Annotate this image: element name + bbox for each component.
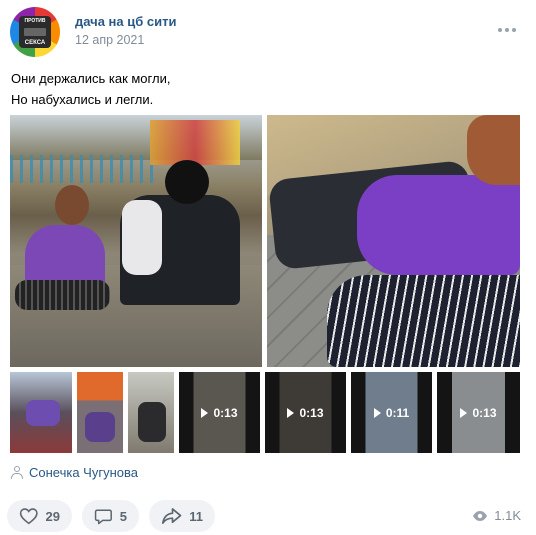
video-thumbnail[interactable]: 0:13 xyxy=(265,372,346,453)
video-duration-text: 0:11 xyxy=(385,405,410,420)
photo-2[interactable] xyxy=(267,115,520,367)
comment-button[interactable]: 5 xyxy=(82,500,139,532)
video-duration: 0:13 xyxy=(179,372,260,453)
post-text-line: Но набухались и легли. xyxy=(11,92,154,107)
avatar-figure xyxy=(24,28,46,36)
photo-person-legs xyxy=(15,280,110,310)
share-icon xyxy=(161,508,182,524)
eye-icon xyxy=(473,510,488,521)
play-icon xyxy=(287,407,295,418)
post-date[interactable]: 12 апр 2021 xyxy=(75,33,144,47)
thumb-figure xyxy=(26,400,60,426)
video-duration: 0:13 xyxy=(265,372,346,453)
video-thumbnail[interactable]: 0:13 xyxy=(179,372,260,453)
video-thumbnail[interactable]: 0:13 xyxy=(437,372,520,453)
comment-count: 5 xyxy=(119,508,127,524)
photo-person-hair xyxy=(467,115,520,185)
group-avatar[interactable]: ПРОТИВ СЕКСА xyxy=(10,7,60,57)
photo-thumbnail[interactable] xyxy=(10,372,72,453)
heart-icon xyxy=(19,508,38,525)
play-icon xyxy=(201,407,209,418)
video-duration-text: 0:13 xyxy=(213,405,238,420)
video-thumbnail[interactable]: 0:11 xyxy=(351,372,432,453)
avatar-bottom-text: СЕКСА xyxy=(24,40,46,46)
photo-person-head xyxy=(55,185,89,225)
views-count: 1.1K xyxy=(494,508,521,523)
like-button[interactable]: 29 xyxy=(7,500,72,532)
thumb-figure xyxy=(138,402,166,442)
avatar-logo: ПРОТИВ СЕКСА xyxy=(19,16,51,48)
play-icon xyxy=(460,407,468,418)
user-icon xyxy=(11,466,23,479)
share-button[interactable]: 11 xyxy=(149,500,215,532)
photo-person-black-head xyxy=(165,160,209,204)
video-duration: 0:11 xyxy=(351,372,432,453)
more-icon[interactable] xyxy=(498,25,518,35)
thumb-figure xyxy=(85,412,115,442)
photo-person-white xyxy=(122,200,162,275)
signer-name[interactable]: Сонечка Чугунова xyxy=(29,465,138,480)
play-icon xyxy=(373,407,381,418)
photo-fence xyxy=(10,155,160,183)
post-text: Они держались как могли, Но набухались и… xyxy=(11,68,170,110)
photo-playground xyxy=(150,120,240,165)
photo-1[interactable] xyxy=(10,115,262,367)
video-duration-text: 0:13 xyxy=(299,405,324,420)
share-count: 11 xyxy=(189,508,203,524)
video-duration: 0:13 xyxy=(437,372,520,453)
photo-striped-pants xyxy=(327,275,520,367)
comment-icon xyxy=(94,509,112,524)
photo-thumbnail[interactable] xyxy=(77,372,123,453)
video-duration-text: 0:13 xyxy=(472,405,497,420)
photo-person-purple xyxy=(357,175,520,275)
photo-thumbnail[interactable] xyxy=(128,372,174,453)
post-text-line: Они держались как могли, xyxy=(11,71,171,86)
like-count: 29 xyxy=(45,508,60,524)
avatar-top-text: ПРОТИВ xyxy=(24,18,46,24)
post-signer[interactable]: Сонечка Чугунова xyxy=(11,465,138,480)
views-counter: 1.1K xyxy=(472,508,521,523)
author-name[interactable]: дача на цб сити xyxy=(75,14,176,29)
